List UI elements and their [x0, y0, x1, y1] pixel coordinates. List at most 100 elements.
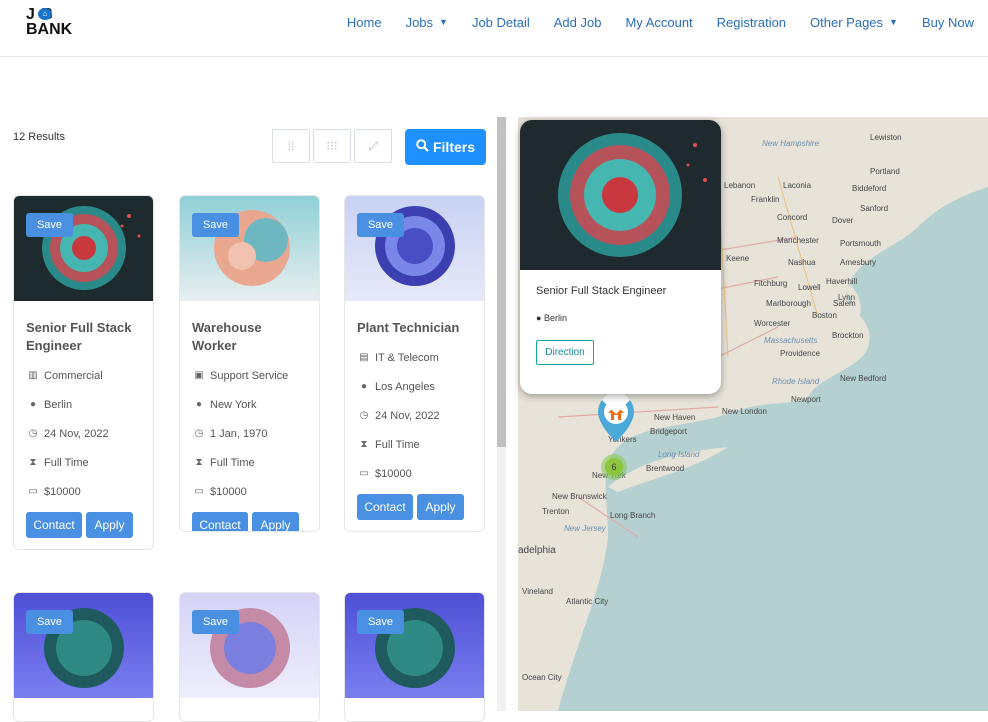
nav-add-job[interactable]: Add Job [554, 14, 602, 30]
site-header: J B ⌂ BANK Home Jobs▼ Job Detail Add Job… [0, 0, 988, 57]
location-pin-icon: ● [195, 399, 203, 410]
nav-other-pages[interactable]: Other Pages ▼ [810, 14, 898, 30]
grid-2-view-button[interactable]: ⁞⁞ [272, 129, 310, 163]
map-cluster[interactable]: 6 [601, 454, 627, 480]
location-pin-icon: ● [536, 313, 542, 323]
money-icon: ▭ [28, 486, 38, 497]
filters-label: Filters [432, 139, 475, 155]
map-label: Worcester [754, 319, 791, 328]
hourglass-icon: ⧗ [360, 439, 368, 450]
job-card: Save Plant Technician ▤ IT & Telecom ● Los… [344, 195, 485, 532]
money-icon: ▭ [194, 486, 204, 497]
bank-icon: ⌂ [38, 8, 52, 20]
building-icon: ▥ [28, 370, 38, 381]
map-label: Brockton [832, 331, 864, 340]
save-button[interactable]: Save [192, 610, 239, 634]
list-scrollbar-thumb[interactable] [497, 117, 506, 447]
nav-my-account[interactable]: My Account [625, 14, 692, 30]
map-label: Massachusetts [764, 336, 818, 345]
popup-location: ● Berlin [536, 313, 567, 323]
map-label: Manchester [777, 236, 819, 245]
job-card: Save Senior Full Stack Engineer ▥ Commerc… [13, 195, 154, 550]
job-card: Save [179, 592, 320, 722]
map-label: Vineland [522, 587, 553, 596]
map-label: Sanford [860, 204, 889, 213]
job-date: ◷ 24 Nov, 2022 [357, 401, 472, 430]
money-icon: ▭ [359, 468, 369, 479]
contact-button[interactable]: Contact [192, 512, 248, 531]
logo[interactable]: J B ⌂ BANK [26, 6, 74, 38]
nav-registration[interactable]: Registration [717, 14, 786, 30]
apply-button[interactable]: Apply [252, 512, 299, 531]
filters-button[interactable]: Filters [405, 129, 486, 165]
map-label: Dover [832, 216, 854, 225]
job-image: Save [14, 196, 153, 301]
nav-jobs[interactable]: Jobs ▼ [406, 14, 448, 30]
map-label: New Brunswick [552, 492, 607, 501]
map-label: Trenton [542, 507, 570, 516]
map-label: New London [722, 407, 767, 416]
grid-3-view-button[interactable]: ⁝⁝⁝ [313, 129, 351, 163]
map-label: New Jersey [564, 524, 606, 533]
job-image: Save [345, 196, 484, 301]
job-type: ⧗ Full Time [26, 448, 141, 477]
map-label: Marlborough [766, 299, 811, 308]
contact-button[interactable]: Contact [357, 494, 413, 520]
map-popup: Senior Full Stack Engineer ● Berlin Dire… [520, 120, 721, 394]
main-nav: Home Jobs ▼ Job Detail Add Job My Account… [323, 14, 974, 30]
clock-icon: ◷ [28, 428, 38, 439]
job-category: ▥ Commercial [26, 361, 141, 390]
nav-job-detail[interactable]: Job Detail [472, 14, 530, 30]
map-label: Newport [791, 395, 821, 404]
map-label: Laconia [783, 181, 812, 190]
job-salary: ▭ $10000 [192, 477, 307, 506]
map-label: Amesbury [840, 258, 877, 267]
location-pin-icon: ● [360, 381, 368, 392]
apply-button[interactable]: Apply [86, 512, 133, 538]
map-label: Biddeford [852, 184, 887, 193]
map-label: Boston [812, 311, 837, 320]
job-title[interactable]: Warehouse Worker [192, 319, 307, 355]
results-count: 12 Results [13, 131, 65, 143]
cluster-count: 6 [605, 458, 623, 476]
job-salary: ▭ $10000 [26, 477, 141, 506]
map-label: New Haven [654, 413, 696, 422]
job-image: Save [180, 196, 319, 301]
popup-image [520, 120, 721, 270]
job-card: Save Warehouse Worker ▣ Support Service ●… [179, 195, 320, 532]
map-label: Atlantic City [566, 597, 609, 606]
truck-icon: ▣ [194, 370, 204, 381]
save-button[interactable]: Save [192, 213, 239, 237]
map-label: adelphia [518, 545, 556, 556]
apply-button[interactable]: Apply [417, 494, 464, 520]
grid-small-icon: ⁝⁝⁝ [326, 139, 338, 153]
job-date: ◷ 1 Jan, 1970 [192, 419, 307, 448]
save-button[interactable]: Save [26, 610, 73, 634]
nav-home[interactable]: Home [347, 14, 382, 30]
save-button[interactable]: Save [26, 213, 73, 237]
logo-line2: BANK [26, 21, 73, 38]
map-label: Concord [777, 213, 808, 222]
popup-title[interactable]: Senior Full Stack Engineer [536, 285, 666, 297]
map-label: Haverhill [826, 277, 858, 286]
direction-button[interactable]: Direction [536, 340, 594, 365]
job-category: ▤ IT & Telecom [357, 343, 472, 372]
save-button[interactable]: Save [357, 610, 404, 634]
chevron-down-icon: ▼ [889, 17, 898, 27]
job-title[interactable]: Senior Full Stack Engineer [26, 319, 141, 355]
expand-view-button[interactable]: ⤢ [354, 129, 392, 163]
nav-buy-now[interactable]: Buy Now [922, 14, 974, 30]
job-image: Save [345, 593, 484, 698]
job-title[interactable]: Plant Technician [357, 319, 472, 337]
search-icon [416, 139, 429, 155]
contact-button[interactable]: Contact [26, 512, 82, 538]
expand-icon: ⤢ [368, 138, 378, 153]
save-button[interactable]: Save [357, 213, 404, 237]
cash-stack-icon: ▤ [359, 352, 369, 363]
map-label: Portland [870, 167, 900, 176]
map-label: Lowell [798, 283, 821, 292]
clock-icon: ◷ [359, 410, 369, 421]
job-card: Save [344, 592, 485, 722]
job-category: ▣ Support Service [192, 361, 307, 390]
job-salary: ▭ $10000 [357, 459, 472, 488]
